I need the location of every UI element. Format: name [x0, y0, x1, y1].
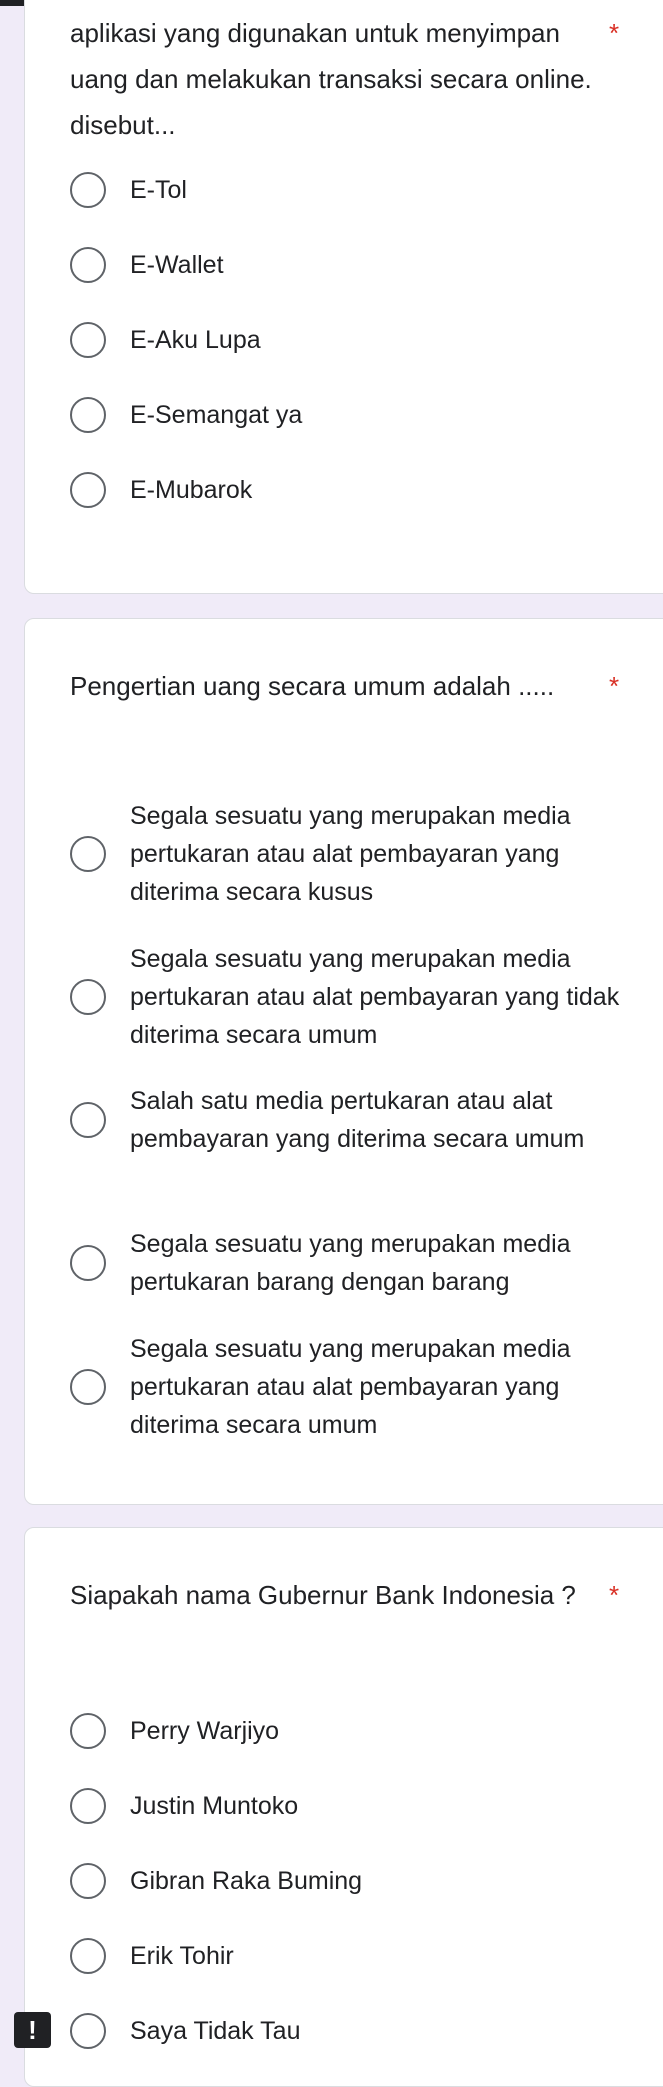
- radio-icon[interactable]: [70, 2013, 106, 2049]
- option-label: Segala sesuatu yang merupakan media pert…: [130, 1335, 571, 1439]
- option-label: E-Semangat ya: [130, 401, 303, 429]
- option-e-aku-lupa[interactable]: E-Aku Lupa: [70, 321, 663, 359]
- option-saya-tidak-tau[interactable]: Saya Tidak Tau: [70, 2012, 663, 2050]
- required-asterisk: *: [609, 18, 620, 48]
- question-title: aplikasi yang digunakan untuk menyimpan …: [70, 18, 592, 140]
- radio-icon[interactable]: [70, 1788, 106, 1824]
- radio-icon[interactable]: [70, 247, 106, 283]
- option-e-wallet[interactable]: E-Wallet: [70, 246, 663, 284]
- radio-icon[interactable]: [70, 1369, 106, 1405]
- question-title: Siapakah nama Gubernur Bank Indonesia ?: [70, 1580, 576, 1610]
- radio-icon[interactable]: [70, 397, 106, 433]
- radio-icon[interactable]: [70, 836, 106, 872]
- radio-icon[interactable]: [70, 1863, 106, 1899]
- option-label: Justin Muntoko: [130, 1792, 299, 1820]
- question-card-3: Siapakah nama Gubernur Bank Indonesia ? …: [24, 1527, 663, 2087]
- question-title: Pengertian uang secara umum adalah .....: [70, 671, 555, 701]
- option-label: Erik Tohir: [130, 1942, 234, 1970]
- question-card-1: aplikasi yang digunakan untuk menyimpan …: [24, 0, 663, 594]
- option-label: E-Wallet: [130, 251, 224, 279]
- option-e-tol[interactable]: E-Tol: [70, 171, 663, 209]
- radio-icon[interactable]: [70, 1713, 106, 1749]
- option-label: Segala sesuatu yang merupakan media pert…: [130, 802, 571, 906]
- radio-icon[interactable]: [70, 172, 106, 208]
- radio-icon[interactable]: [70, 472, 106, 508]
- question-card-2: Pengertian uang secara umum adalah .....…: [24, 618, 663, 1505]
- radio-icon[interactable]: [70, 1938, 106, 1974]
- option-label: E-Mubarok: [130, 476, 253, 504]
- option-label: Gibran Raka Buming: [130, 1867, 363, 1895]
- radio-icon[interactable]: [70, 1102, 106, 1138]
- required-asterisk: *: [609, 671, 620, 701]
- option-e-semangat-ya[interactable]: E-Semangat ya: [70, 396, 663, 434]
- option-label: Segala sesuatu yang merupakan media pert…: [130, 945, 620, 1049]
- option-label: Salah satu media pertukaran atau alat pe…: [130, 1087, 585, 1153]
- option-diterima-secara-umum[interactable]: Segala sesuatu yang merupakan media pert…: [70, 1330, 663, 1444]
- radio-icon[interactable]: [70, 322, 106, 358]
- option-barang-dengan-barang[interactable]: Segala sesuatu yang merupakan media pert…: [70, 1225, 663, 1301]
- exclamation-icon[interactable]: !: [14, 2012, 51, 2048]
- option-perry-warjiyo[interactable]: Perry Warjiyo: [70, 1712, 663, 1750]
- option-diterima-secara-kusus[interactable]: Segala sesuatu yang merupakan media pert…: [70, 797, 663, 911]
- option-e-mubarok[interactable]: E-Mubarok: [70, 471, 663, 509]
- radio-icon[interactable]: [70, 979, 106, 1015]
- option-justin-muntoko[interactable]: Justin Muntoko: [70, 1787, 663, 1825]
- option-label: E-Aku Lupa: [130, 326, 261, 354]
- option-gibran-raka-buming[interactable]: Gibran Raka Buming: [70, 1862, 663, 1900]
- option-label: E-Tol: [130, 176, 187, 204]
- radio-icon[interactable]: [70, 1245, 106, 1281]
- option-label: Perry Warjiyo: [130, 1717, 280, 1745]
- option-label: Saya Tidak Tau: [130, 2017, 301, 2045]
- option-salah-satu-media[interactable]: Salah satu media pertukaran atau alat pe…: [70, 1082, 663, 1158]
- required-asterisk: *: [609, 1580, 620, 1610]
- option-tidak-diterima-secara-umum[interactable]: Segala sesuatu yang merupakan media pert…: [70, 940, 663, 1054]
- option-label: Segala sesuatu yang merupakan media pert…: [130, 1230, 571, 1296]
- option-erik-tohir[interactable]: Erik Tohir: [70, 1937, 663, 1975]
